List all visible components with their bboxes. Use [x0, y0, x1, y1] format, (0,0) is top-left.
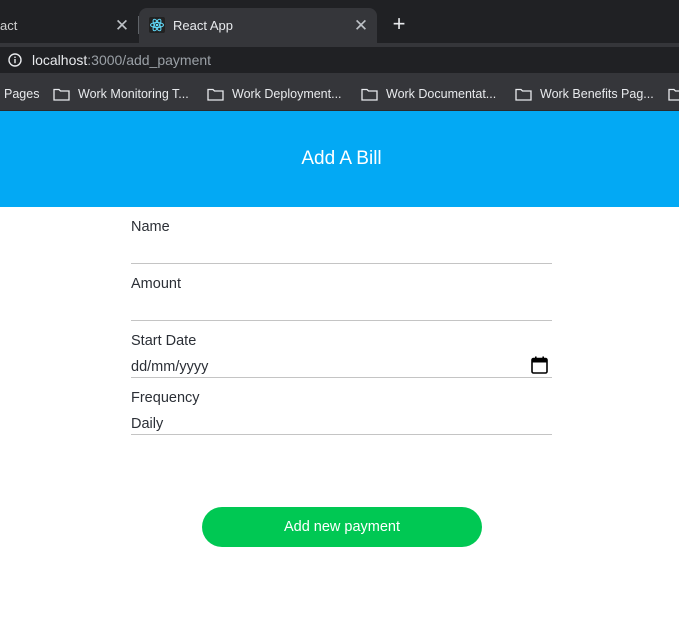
address-bar[interactable]: localhost:3000/add_payment: [0, 47, 679, 73]
bookmark-label: Work Deployment...: [232, 87, 342, 101]
browser-tab-inactive[interactable]: act ✕: [0, 8, 137, 43]
browser-tab-active[interactable]: React App ✕: [139, 8, 377, 43]
url-path: :3000/add_payment: [87, 52, 212, 68]
bookmark-label: Work Documentat...: [386, 87, 497, 101]
bookmark-work-monitoring[interactable]: Work Monitoring T...: [53, 86, 189, 102]
tab-title: React App: [173, 18, 233, 33]
folder-icon: [207, 88, 224, 101]
info-icon[interactable]: [8, 53, 22, 67]
close-icon[interactable]: ✕: [353, 17, 369, 34]
bookmark-label: Pages: [4, 87, 40, 101]
amount-field[interactable]: Amount: [131, 264, 552, 321]
bookmark-label: Work Monitoring T...: [78, 87, 189, 101]
bookmark-work-documentation[interactable]: Work Documentat...: [361, 86, 496, 102]
browser-tab-bar: act ✕ React App ✕ +: [0, 0, 679, 43]
bookmark-pages[interactable]: Pages: [4, 86, 39, 102]
bookmarks-bar: Pages Work Monitoring T... Work Deployme…: [0, 77, 679, 111]
url-host: localhost: [32, 52, 88, 68]
folder-icon: [361, 88, 378, 101]
tab-title: act: [0, 18, 18, 33]
react-logo-icon: [149, 17, 165, 33]
name-label: Name: [131, 219, 170, 235]
calendar-icon[interactable]: [531, 356, 548, 374]
bookmark-label: Work Benefits Pag...: [540, 87, 654, 101]
app-header: Add A Bill: [0, 111, 679, 207]
start-date-field[interactable]: Start Date dd/mm/yyyy: [131, 321, 552, 378]
browser-toolbar: localhost:3000/add_payment: [0, 43, 679, 77]
name-field[interactable]: Name: [131, 207, 552, 264]
new-tab-button[interactable]: +: [389, 13, 409, 35]
folder-icon: [53, 88, 70, 101]
folder-icon: [515, 88, 532, 101]
frequency-label: Frequency: [131, 390, 200, 406]
frequency-field[interactable]: Frequency Daily: [131, 378, 552, 435]
close-icon[interactable]: ✕: [114, 17, 130, 34]
amount-label: Amount: [131, 276, 181, 292]
start-date-input[interactable]: dd/mm/yyyy: [131, 359, 208, 375]
page-title: Add A Bill: [301, 148, 382, 169]
url-text[interactable]: localhost:3000/add_payment: [32, 52, 211, 68]
start-date-label: Start Date: [131, 333, 197, 349]
add-bill-form: Name Amount Start Date dd/mm/yyyy Freque…: [131, 207, 552, 435]
add-new-payment-button[interactable]: Add new payment: [202, 507, 482, 547]
bookmark-work-deployment[interactable]: Work Deployment...: [207, 86, 342, 102]
bookmark-work-benefits[interactable]: Work Benefits Pag...: [515, 86, 654, 102]
bookmark-overflow[interactable]: [668, 86, 679, 102]
folder-icon: [668, 88, 679, 101]
frequency-select[interactable]: Daily: [131, 416, 163, 432]
